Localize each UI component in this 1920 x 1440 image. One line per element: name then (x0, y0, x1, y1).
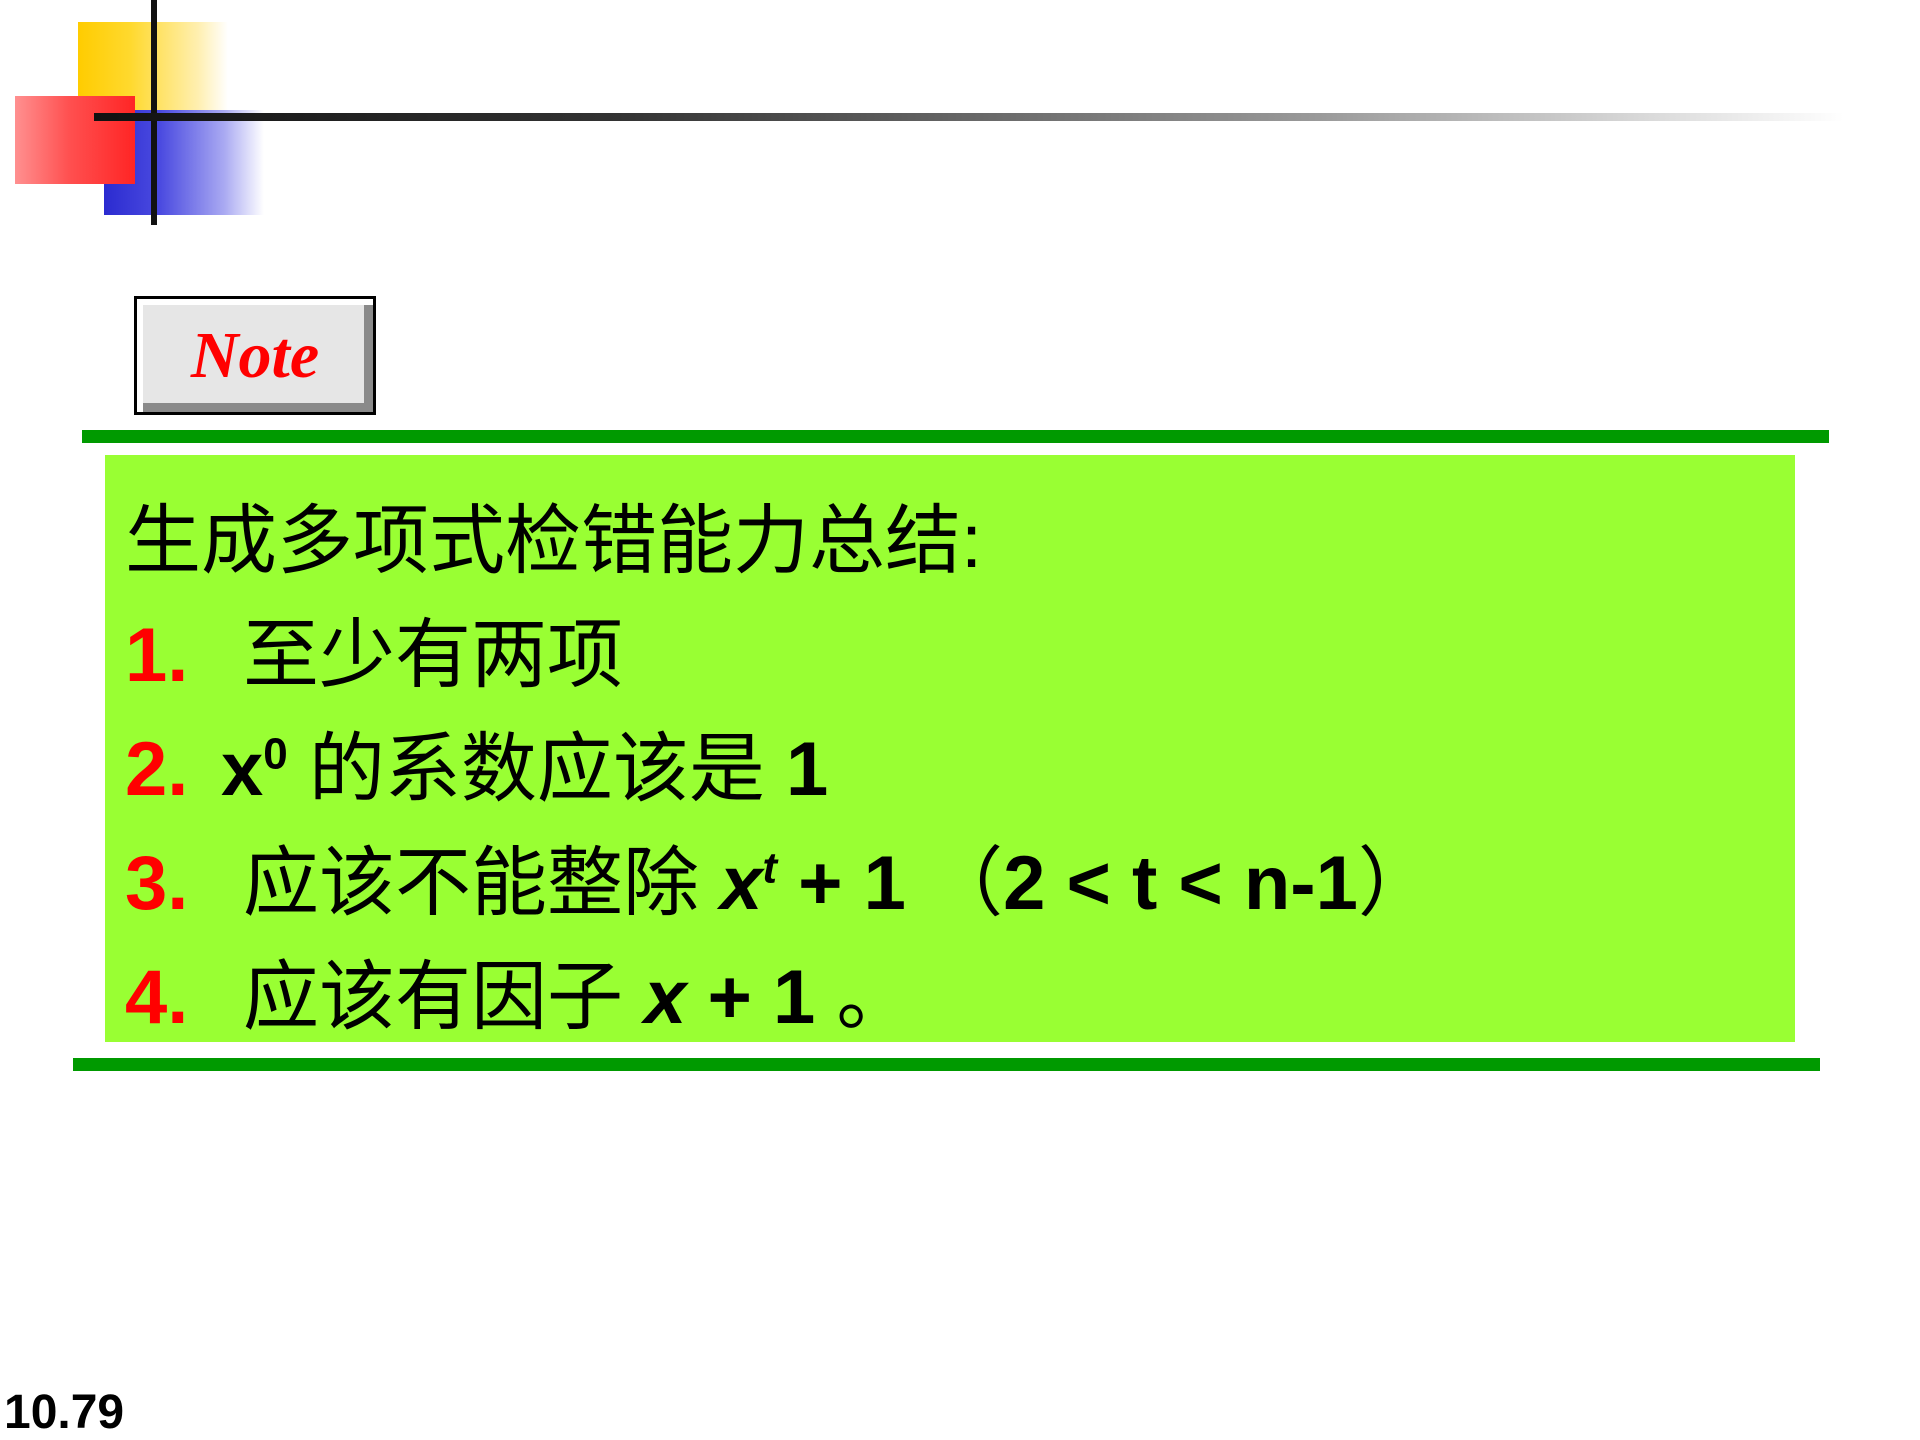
top-green-rule (82, 430, 1829, 443)
item-text: 应该有因子 (243, 955, 645, 1040)
logo-red-square (15, 96, 135, 184)
item-number: 3. (125, 841, 189, 926)
math-value: 1 (786, 727, 829, 812)
item-number: 1. (125, 613, 189, 698)
item-end-mark: 。 (815, 955, 913, 1040)
item-number: 2. (125, 727, 189, 812)
exponent: t (762, 843, 778, 893)
close-paren: ） (1357, 841, 1434, 926)
item-number: 4. (125, 955, 189, 1040)
summary-heading: 生成多项式检错能力总结: (125, 499, 983, 584)
title-divider-line (94, 113, 1844, 121)
note-label: Note (190, 318, 320, 392)
item-text: 应该不能整除 (243, 841, 721, 926)
math-term: + 1 (686, 955, 816, 1040)
math-variable: x (644, 955, 687, 1040)
list-item-2: 2. x0 的系数应该是 1 (125, 713, 1795, 827)
math-range: 2 < t < n-1 (1003, 841, 1358, 926)
exponent: 0 (263, 729, 288, 779)
note-button[interactable]: Note (134, 296, 376, 415)
open-paren: （ (905, 841, 1004, 926)
list-item-4: 4. 应该有因子 x + 1 。 (125, 941, 1795, 1055)
item-text: 的系数应该是 (287, 727, 786, 812)
math-variable: x (221, 727, 264, 812)
list-item-3: 3. 应该不能整除 xt + 1 （2 < t < n-1） (125, 827, 1795, 941)
item-text: 至少有两项 (243, 613, 623, 698)
math-term: + 1 (777, 841, 906, 926)
page-number: 10.79 (4, 1386, 125, 1439)
summary-box: 生成多项式检错能力总结: 1. 至少有两项 2. x0 的系数应该是 1 3. 应该不… (105, 455, 1795, 1042)
bottom-green-rule (73, 1058, 1820, 1071)
math-variable: x (720, 841, 763, 926)
list-item-1: 1. 至少有两项 (125, 599, 1795, 713)
